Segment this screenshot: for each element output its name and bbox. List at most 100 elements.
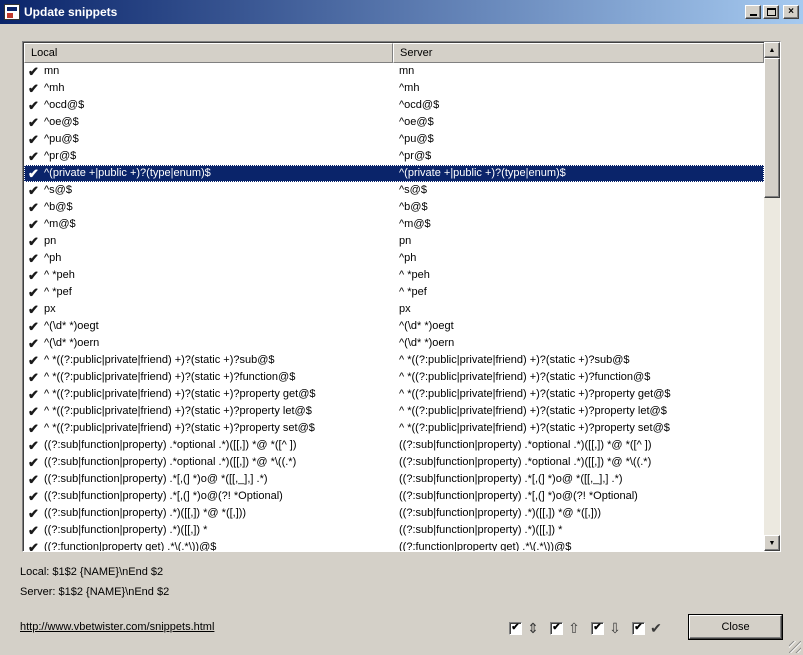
maximize-button[interactable] — [763, 5, 779, 19]
checkmark-icon[interactable]: ✔ — [28, 99, 40, 112]
checkmark-icon[interactable]: ✔ — [28, 388, 40, 401]
list-item[interactable]: ✔ mn mn — [24, 63, 764, 80]
server-snippet-text: ((?:function|property get) .*\(.*\))@$ — [399, 541, 572, 551]
snippets-website-link[interactable]: http://www.vbetwister.com/snippets.html — [20, 621, 214, 633]
list-item[interactable]: ✔ ^(\d* *)oegt ^(\d* *)oegt — [24, 318, 764, 335]
list-item[interactable]: ✔ px px — [24, 301, 764, 318]
checkmark-icon[interactable]: ✔ — [28, 456, 40, 469]
checkmark-icon[interactable]: ✔ — [28, 184, 40, 197]
list-item[interactable]: ✔ ((?:sub|function|property) .*[,(] *)o@ … — [24, 471, 764, 488]
local-snippet-text: ^ph — [44, 252, 62, 264]
checkmark-icon[interactable]: ✔ — [28, 490, 40, 503]
close-button[interactable]: Close — [689, 615, 782, 639]
list-item[interactable]: ✔ ((?:sub|function|property) .*)([[,]) *@… — [24, 505, 764, 522]
window-title: Update snippets — [24, 5, 118, 19]
close-window-button[interactable]: × — [783, 5, 799, 19]
list-item[interactable]: ✔ ^(private +|public +)?(type|enum)$ ^(pri… — [24, 165, 764, 182]
checkmark-icon[interactable]: ✔ — [28, 150, 40, 163]
filter-same-checkbox[interactable]: ✔ — [632, 621, 645, 635]
title-bar[interactable]: Update snippets × — [0, 0, 803, 24]
filter-changed: ✔ ⇕ — [509, 620, 541, 636]
list-item[interactable]: ✔ ^oe@$ ^oe@$ — [24, 114, 764, 131]
filter-upload: ✔ ⇧ — [550, 620, 582, 636]
list-item[interactable]: ✔ ^pr@$ ^pr@$ — [24, 148, 764, 165]
checkmark-icon[interactable]: ✔ — [28, 422, 40, 435]
resize-grip[interactable] — [789, 641, 801, 653]
checkmark-icon[interactable]: ✔ — [28, 541, 40, 552]
list-item[interactable]: ✔ ^ *((?:public|private|friend) +)?(stati… — [24, 352, 764, 369]
checkmark-icon[interactable]: ✔ — [28, 286, 40, 299]
list-item[interactable]: ✔ ^(\d* *)oern ^(\d* *)oern — [24, 335, 764, 352]
local-snippet-text: ^pr@$ — [44, 150, 77, 162]
filter-same: ✔ ✔ — [632, 620, 664, 636]
checkmark-icon[interactable]: ✔ — [28, 354, 40, 367]
checkmark-icon[interactable]: ✔ — [28, 252, 40, 265]
list-item[interactable]: ✔ pn pn — [24, 233, 764, 250]
checkmark-icon[interactable]: ✔ — [28, 337, 40, 350]
local-snippet-text: ^m@$ — [44, 218, 76, 230]
list-item[interactable]: ✔ ^ *pef ^ *pef — [24, 284, 764, 301]
list-item[interactable]: ✔ ^ *((?:public|private|friend) +)?(stati… — [24, 420, 764, 437]
local-cell: ✔ ((?:function|property get) .*\(.*\))@$ — [24, 539, 393, 552]
minimize-button[interactable] — [745, 5, 761, 19]
list-item[interactable]: ✔ ^mh ^mh — [24, 80, 764, 97]
snippets-list[interactable]: Local Server ✔ mn mn ✔ ^mh ^mh ✔ ^ocd@$ ^ocd@$ ✔ ^… — [22, 41, 781, 552]
checkmark-icon[interactable]: ✔ — [28, 269, 40, 282]
local-cell: ✔ ((?:sub|function|property) .*optional .… — [24, 454, 393, 471]
checkmark-icon[interactable]: ✔ — [28, 524, 40, 537]
checkmark-icon: ✔ — [650, 620, 662, 636]
filter-upload-checkbox[interactable]: ✔ — [550, 621, 563, 635]
checkmark-icon[interactable]: ✔ — [28, 320, 40, 333]
local-cell: ✔ ^(private +|public +)?(type|enum)$ — [24, 165, 393, 182]
server-snippet-text: ^b@$ — [399, 201, 428, 213]
local-snippet-text: ^ *((?:public|private|friend) +)?(static… — [44, 371, 296, 383]
list-item[interactable]: ✔ ((?:sub|function|property) .*[,(] *)o@(… — [24, 488, 764, 505]
maximize-icon — [766, 8, 776, 16]
list-item[interactable]: ✔ ^ *((?:public|private|friend) +)?(stati… — [24, 369, 764, 386]
local-snippet-text: ((?:sub|function|property) .*[,(] *)o@(?… — [44, 490, 283, 502]
column-header-server[interactable]: Server — [393, 43, 764, 63]
filter-changed-checkbox[interactable]: ✔ — [509, 621, 522, 635]
app-icon[interactable] — [4, 4, 20, 20]
checkmark-icon[interactable]: ✔ — [28, 507, 40, 520]
list-item[interactable]: ✔ ^ *((?:public|private|friend) +)?(stati… — [24, 403, 764, 420]
list-item[interactable]: ✔ ^m@$ ^m@$ — [24, 216, 764, 233]
checkmark-icon[interactable]: ✔ — [28, 439, 40, 452]
list-item[interactable]: ✔ ^ *((?:public|private|friend) +)?(stati… — [24, 386, 764, 403]
checkmark-icon[interactable]: ✔ — [28, 371, 40, 384]
checkmark-icon[interactable]: ✔ — [28, 133, 40, 146]
local-cell: ✔ ^ *((?:public|private|friend) +)?(stati… — [24, 403, 393, 420]
list-item[interactable]: ✔ ((?:function|property get) .*\(.*\))@$ (… — [24, 539, 764, 552]
checkmark-icon[interactable]: ✔ — [28, 405, 40, 418]
list-header: Local Server — [24, 43, 764, 63]
scroll-down-button[interactable]: ▼ — [764, 535, 780, 551]
checkmark-icon[interactable]: ✔ — [28, 65, 40, 78]
checkmark-icon[interactable]: ✔ — [28, 82, 40, 95]
scroll-thumb[interactable] — [764, 58, 780, 198]
list-item[interactable]: ✔ ((?:sub|function|property) .*)([[,]) * (… — [24, 522, 764, 539]
checkmark-icon[interactable]: ✔ — [28, 167, 40, 180]
checkmark-icon[interactable]: ✔ — [28, 473, 40, 486]
column-header-local[interactable]: Local — [24, 43, 393, 63]
checkmark-icon[interactable]: ✔ — [28, 235, 40, 248]
list-item[interactable]: ✔ ^s@$ ^s@$ — [24, 182, 764, 199]
checkmark-icon[interactable]: ✔ — [28, 201, 40, 214]
server-snippet-text: ((?:sub|function|property) .*[,(] *)o@ *… — [399, 473, 623, 485]
list-item[interactable]: ✔ ^b@$ ^b@$ — [24, 199, 764, 216]
checkmark-icon[interactable]: ✔ — [28, 218, 40, 231]
checkmark-icon[interactable]: ✔ — [28, 116, 40, 129]
list-item[interactable]: ✔ ^pu@$ ^pu@$ — [24, 131, 764, 148]
checkmark-icon[interactable]: ✔ — [28, 303, 40, 316]
list-item[interactable]: ✔ ^ocd@$ ^ocd@$ — [24, 97, 764, 114]
local-cell: ✔ ^ *peh — [24, 267, 393, 284]
scroll-up-button[interactable]: ▲ — [764, 42, 780, 58]
list-item[interactable]: ✔ ^ph ^ph — [24, 250, 764, 267]
local-snippet-text: ^oe@$ — [44, 116, 79, 128]
vertical-scrollbar[interactable]: ▲ ▼ — [764, 42, 780, 551]
filter-download-checkbox[interactable]: ✔ — [591, 621, 604, 635]
local-cell: ✔ ^ *((?:public|private|friend) +)?(stati… — [24, 386, 393, 403]
list-item[interactable]: ✔ ((?:sub|function|property) .*optional .… — [24, 437, 764, 454]
list-item[interactable]: ✔ ((?:sub|function|property) .*optional .… — [24, 454, 764, 471]
server-snippet-text: ((?:sub|function|property) .*)([[,]) * — [399, 524, 563, 536]
list-item[interactable]: ✔ ^ *peh ^ *peh — [24, 267, 764, 284]
